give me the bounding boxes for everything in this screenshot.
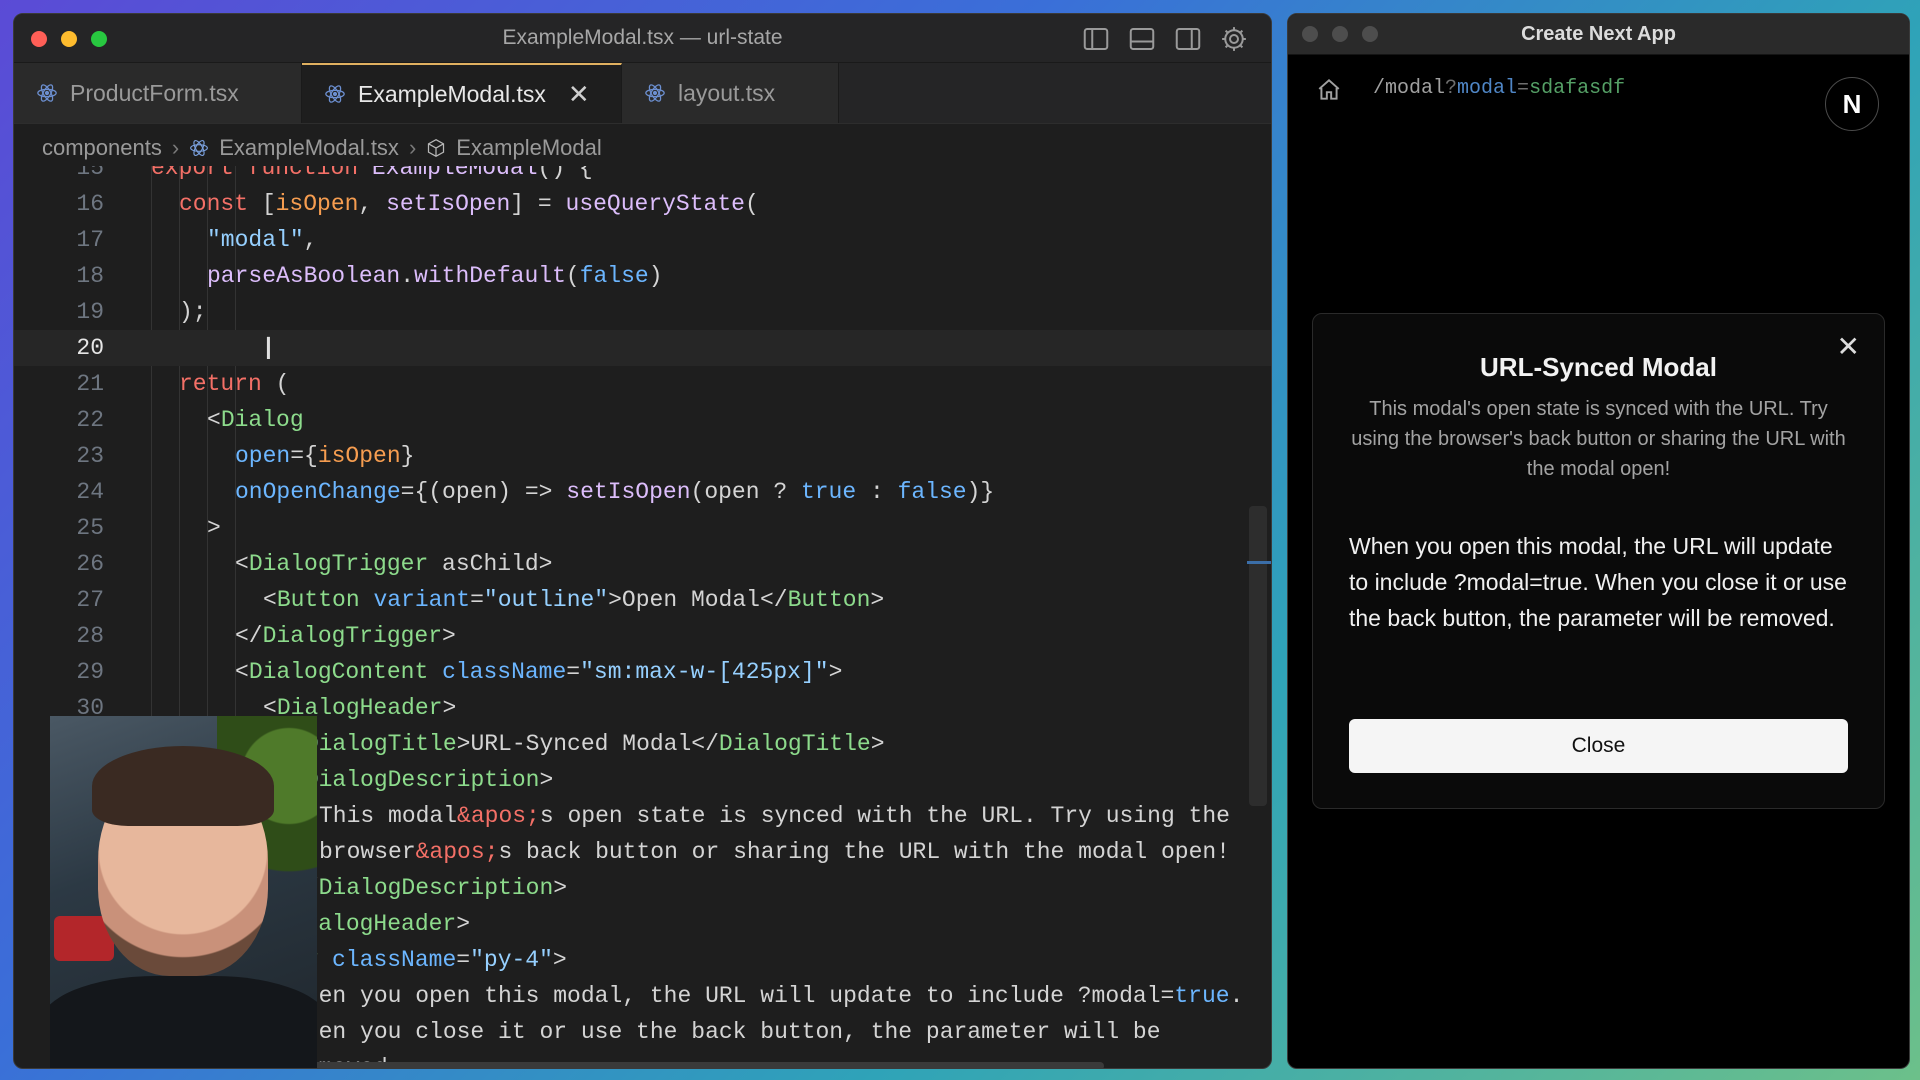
breadcrumb-symbol[interactable]: ExampleModal xyxy=(456,135,602,161)
code-text: onOpenChange={(open) => setIsOpen(open ?… xyxy=(235,479,995,505)
code-line[interactable]: 29 <DialogContent className="sm:max-w-[42… xyxy=(14,654,1271,690)
toggle-secondary-sidebar-icon[interactable] xyxy=(1173,24,1203,54)
code-line[interactable]: 28 </DialogTrigger> xyxy=(14,618,1271,654)
code-text: When you close it or use the back button… xyxy=(291,1019,1161,1045)
code-text: <DialogTitle>URL-Synced Modal</DialogTit… xyxy=(291,731,885,757)
code-line[interactable]: 27 <Button variant="outline">Open Modal</… xyxy=(14,582,1271,618)
line-number: 20 xyxy=(76,335,104,361)
editor-tab-bar: ProductForm.tsx ExampleModal.tsx ✕ layou… xyxy=(14,63,1271,124)
line-number: 28 xyxy=(76,623,104,649)
browser-window-title: Create Next App xyxy=(1521,23,1676,45)
url-synced-modal: ✕ URL-Synced Modal This modal's open sta… xyxy=(1312,313,1885,809)
close-button[interactable]: Close xyxy=(1349,719,1848,773)
close-tab-icon[interactable]: ✕ xyxy=(568,79,590,110)
code-text: parseAsBoolean.withDefault(false) xyxy=(207,263,663,289)
line-number: 23 xyxy=(76,443,104,469)
code-text: ); xyxy=(179,299,207,325)
chevron-right-icon: › xyxy=(171,135,180,160)
toggle-panel-icon[interactable] xyxy=(1127,24,1157,54)
code-text: When you open this modal, the URL will u… xyxy=(291,983,1244,1009)
line-number: 21 xyxy=(76,371,104,397)
browser-window: Create Next App /modal?modal=sdafasdf N … xyxy=(1287,13,1910,1069)
line-number: 16 xyxy=(76,191,104,217)
code-text: <Button variant="outline">Open Modal</Bu… xyxy=(263,587,885,613)
breadcrumb: components › ExampleModal.tsx › ExampleM… xyxy=(42,132,602,164)
line-number: 17 xyxy=(76,227,104,253)
tab-examplemodal[interactable]: ExampleModal.tsx ✕ xyxy=(302,63,622,123)
chevron-right-icon: › xyxy=(408,135,417,160)
tab-label: ProductForm.tsx xyxy=(70,79,239,106)
nextjs-logo-icon[interactable]: N xyxy=(1825,77,1879,131)
react-file-icon xyxy=(189,138,209,158)
code-text: > xyxy=(207,515,221,541)
code-line[interactable]: 25 > xyxy=(14,510,1271,546)
code-text: This modal&apos;s open state is synced w… xyxy=(319,803,1230,829)
line-number: 19 xyxy=(76,299,104,325)
symbol-function-icon xyxy=(426,138,446,158)
code-line[interactable]: 20 xyxy=(14,330,1271,366)
address-bar[interactable]: /modal?modal=sdafasdf N xyxy=(1288,55,1909,131)
code-text: export function ExampleModal() { xyxy=(151,166,593,181)
code-text: <Dialog xyxy=(207,407,304,433)
tab-label: layout.tsx xyxy=(678,79,776,106)
tab-label: ExampleModal.tsx xyxy=(358,80,546,107)
code-line[interactable]: 21 return ( xyxy=(14,366,1271,402)
browser-titlebar: Create Next App xyxy=(1288,14,1909,55)
home-icon[interactable] xyxy=(1316,77,1342,103)
text-cursor-icon: I xyxy=(264,332,273,367)
breadcrumb-folder[interactable]: components xyxy=(42,135,162,161)
modal-title: URL-Synced Modal xyxy=(1480,352,1717,382)
react-file-icon xyxy=(36,82,58,104)
code-line[interactable]: 18 parseAsBoolean.withDefault(false) xyxy=(14,258,1271,294)
line-number: 25 xyxy=(76,515,104,541)
code-text: </DialogTrigger> xyxy=(235,623,456,649)
tab-productform[interactable]: ProductForm.tsx xyxy=(14,63,302,123)
code-line[interactable]: 23 open={isOpen} xyxy=(14,438,1271,474)
tab-layout[interactable]: layout.tsx xyxy=(622,63,839,123)
webcam-overlay xyxy=(50,716,317,1068)
code-line[interactable]: 15 export function ExampleModal() { xyxy=(14,166,1271,186)
code-text: return ( xyxy=(179,371,290,397)
react-file-icon xyxy=(644,82,666,104)
vertical-scrollbar[interactable] xyxy=(1249,506,1267,806)
code-line[interactable]: 26 <DialogTrigger asChild> xyxy=(14,546,1271,582)
line-number: 22 xyxy=(76,407,104,433)
settings-gear-icon[interactable] xyxy=(1219,24,1249,54)
modal-description: This modal's open state is synced with t… xyxy=(1351,398,1846,480)
line-number: 26 xyxy=(76,551,104,577)
line-number: 24 xyxy=(76,479,104,505)
code-text: <DialogContent className="sm:max-w-[425p… xyxy=(235,659,843,685)
line-number: 18 xyxy=(76,263,104,289)
code-editor-window: ExampleModal.tsx — url-state ProductForm… xyxy=(13,13,1272,1069)
code-line[interactable]: 16 const [isOpen, setIsOpen] = useQuerySt… xyxy=(14,186,1271,222)
code-line[interactable]: 24 onOpenChange={(open) => setIsOpen(open… xyxy=(14,474,1271,510)
react-file-icon xyxy=(324,83,346,105)
code-text: <DialogDescription> xyxy=(291,767,554,793)
url-text[interactable]: /modal?modal=sdafasdf xyxy=(1373,77,1625,100)
code-text: <DialogTrigger asChild> xyxy=(235,551,553,577)
line-number: 27 xyxy=(76,587,104,613)
code-line[interactable]: 17 "modal", xyxy=(14,222,1271,258)
code-text: "modal", xyxy=(207,227,318,253)
code-line[interactable]: 22 <Dialog xyxy=(14,402,1271,438)
code-line[interactable]: 19); xyxy=(14,294,1271,330)
modal-body-text: When you open this modal, the URL will u… xyxy=(1349,533,1847,631)
line-number: 15 xyxy=(76,166,104,181)
scrollbar-position-marker xyxy=(1247,561,1271,564)
code-text: open={isOpen} xyxy=(235,443,415,469)
code-text: </DialogDescription> xyxy=(291,875,568,901)
editor-titlebar: ExampleModal.tsx — url-state xyxy=(14,14,1271,63)
breadcrumb-file[interactable]: ExampleModal.tsx xyxy=(219,135,399,161)
code-text: browser&apos;s back button or sharing th… xyxy=(319,839,1230,865)
code-text: const [isOpen, setIsOpen] = useQueryStat… xyxy=(179,191,759,217)
toggle-primary-sidebar-icon[interactable] xyxy=(1081,24,1111,54)
line-number: 29 xyxy=(76,659,104,685)
